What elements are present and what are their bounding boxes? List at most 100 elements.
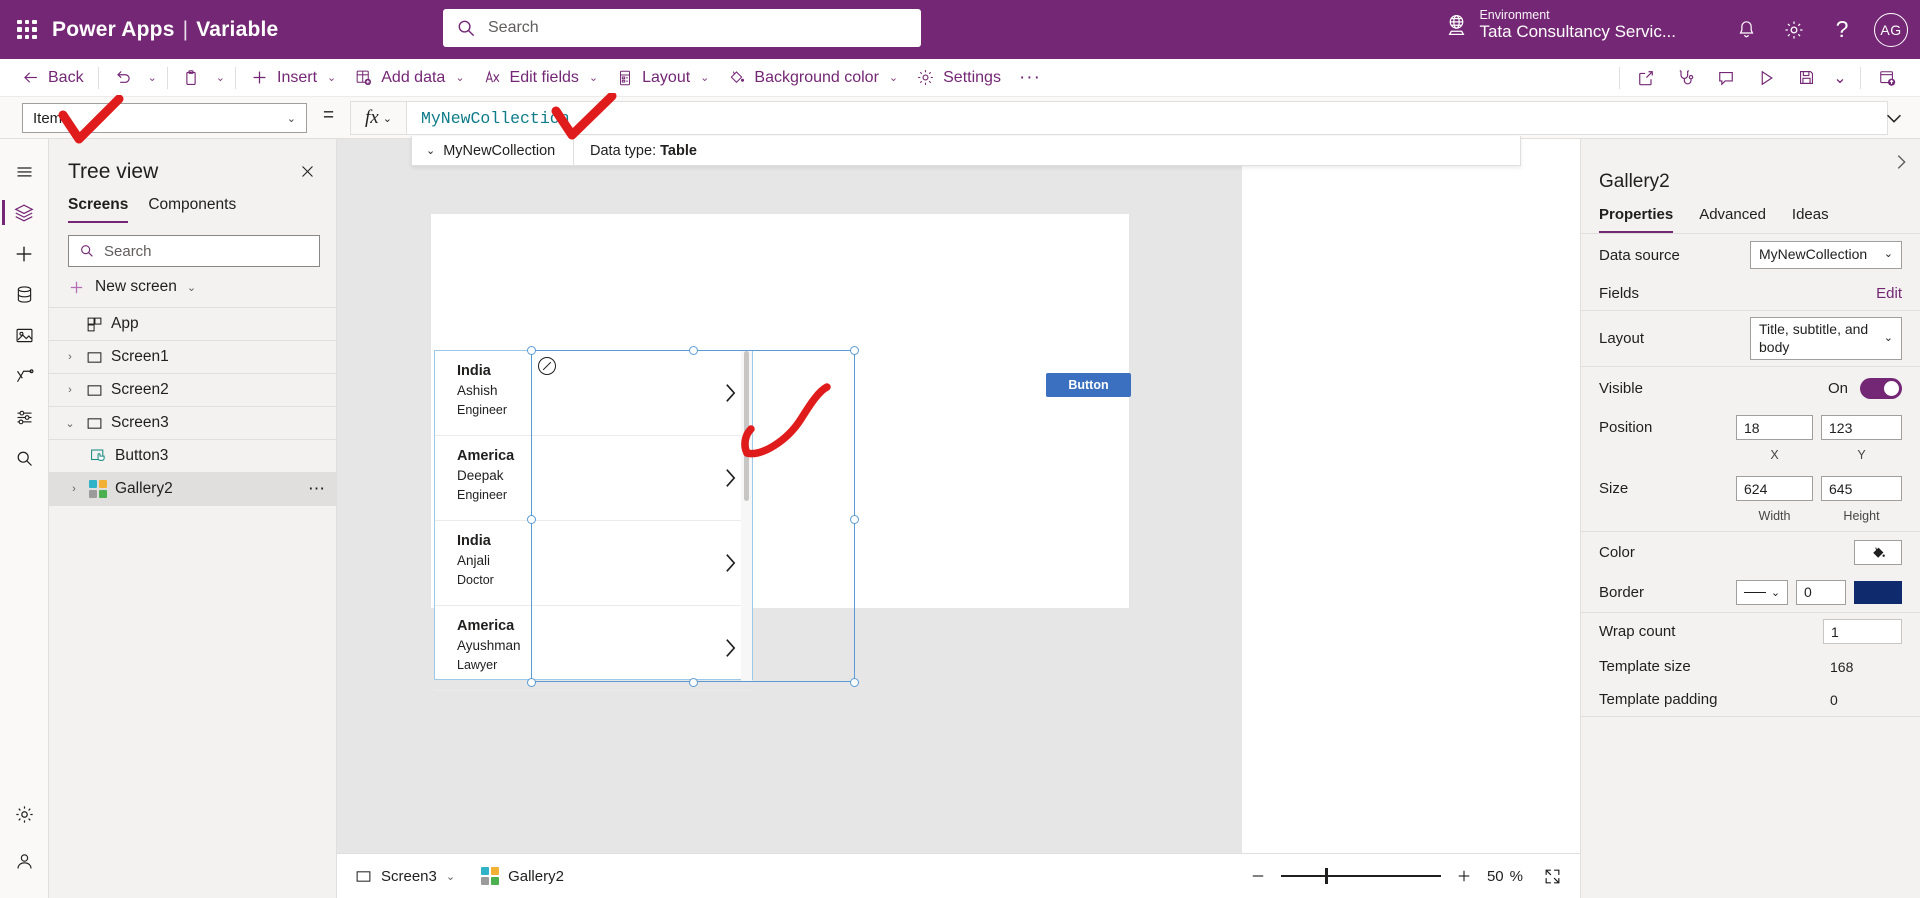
fit-to-screen-button[interactable] — [1543, 867, 1562, 886]
suggestion-item[interactable]: ⌄ MyNewCollection — [412, 136, 574, 165]
insert-button[interactable]: Insert ⌄ — [241, 61, 345, 95]
status-control-selector[interactable]: Gallery2 — [481, 867, 564, 885]
zoom-in-button[interactable] — [1455, 867, 1473, 885]
gallery-edit-badge[interactable] — [538, 357, 556, 375]
tree-item-app[interactable]: App — [49, 308, 336, 341]
chevron-right-icon[interactable]: › — [59, 351, 81, 363]
gallery-item[interactable]: India Ashish Engineer — [435, 351, 752, 436]
tree-search[interactable] — [68, 235, 320, 267]
global-search[interactable] — [443, 9, 921, 47]
comments-button[interactable] — [1707, 61, 1745, 95]
resize-handle-se[interactable] — [850, 678, 859, 687]
save-dropdown[interactable]: ⌄ — [1827, 61, 1853, 95]
help-button[interactable]: ? — [1820, 8, 1864, 52]
overflow-button[interactable]: ··· — [1010, 61, 1050, 95]
gallery-scrollbar[interactable] — [741, 351, 752, 681]
gallery-item[interactable]: America Deepak Engineer — [435, 436, 752, 521]
notifications-button[interactable] — [1724, 8, 1768, 52]
rail-tree-view-button[interactable] — [2, 192, 46, 233]
tab-properties[interactable]: Properties — [1599, 206, 1674, 233]
rail-insert-button[interactable] — [2, 233, 46, 274]
formula-expression[interactable]: MyNewCollection — [407, 102, 1887, 134]
tab-screens[interactable]: Screens — [68, 196, 129, 223]
back-button[interactable]: Back — [12, 61, 93, 95]
data-source-dropdown[interactable]: MyNewCollection ⌄ — [1750, 241, 1902, 269]
zoom-slider[interactable] — [1280, 868, 1441, 884]
formula-bar-expand-button[interactable] — [1876, 100, 1912, 136]
edit-fields-button[interactable]: Edit fields ⌄ — [474, 61, 608, 95]
resize-handle-w[interactable] — [527, 515, 536, 524]
tab-ideas[interactable]: Ideas — [1792, 206, 1829, 233]
layout-button[interactable]: Layout ⌄ — [607, 61, 718, 95]
status-screen-selector[interactable]: Screen3 ⌄ — [355, 868, 455, 885]
rail-menu-button[interactable] — [2, 151, 46, 192]
tree-item-screen3[interactable]: ⌄ Screen3 — [49, 407, 336, 440]
preview-button[interactable] — [1747, 61, 1785, 95]
chevron-right-icon[interactable] — [723, 636, 738, 660]
resize-handle-sw[interactable] — [527, 678, 536, 687]
zoom-out-button[interactable] — [1249, 867, 1267, 885]
layout-dropdown[interactable]: Title, subtitle, and body ⌄ — [1750, 317, 1902, 360]
search-input[interactable] — [488, 19, 907, 37]
rail-variables-button[interactable] — [2, 397, 46, 438]
tree-search-input[interactable] — [104, 242, 309, 260]
add-data-button[interactable]: Add data ⌄ — [345, 61, 473, 95]
size-width-input[interactable] — [1736, 476, 1813, 501]
tree-item-screen2[interactable]: › Screen2 — [49, 374, 336, 407]
tree-item-overflow-icon[interactable]: ⋯ — [308, 479, 326, 499]
app-canvas[interactable]: India Ashish Engineer America Deepak Eng… — [337, 139, 1242, 898]
waffle-menu-icon[interactable] — [14, 17, 40, 43]
template-size-value[interactable]: 168 — [1823, 659, 1902, 675]
settings-command-button[interactable]: Settings — [907, 61, 1010, 95]
chevron-down-icon[interactable]: ⌄ — [59, 417, 81, 430]
resize-handle-e[interactable] — [850, 515, 859, 524]
formula-input-container[interactable]: fx ⌄ MyNewCollection — [350, 101, 1888, 135]
tab-components[interactable]: Components — [148, 196, 236, 223]
rail-data-button[interactable] — [2, 274, 46, 315]
tree-item-button3[interactable]: Button3 — [49, 440, 336, 473]
rail-search-button[interactable] — [2, 438, 46, 479]
border-style-dropdown[interactable]: ⌄ — [1736, 579, 1788, 605]
gallery-item[interactable]: India Anjali Doctor — [435, 521, 752, 606]
avatar[interactable]: AG — [1874, 12, 1908, 47]
color-picker-button[interactable] — [1854, 539, 1902, 565]
settings-button[interactable] — [1772, 8, 1816, 52]
rail-power-automate-button[interactable] — [2, 356, 46, 397]
publish-button[interactable] — [1868, 61, 1906, 95]
size-height-input[interactable] — [1821, 476, 1902, 501]
close-icon[interactable] — [295, 159, 320, 184]
gallery-control[interactable]: India Ashish Engineer America Deepak Eng… — [434, 350, 753, 691]
rail-account-button[interactable] — [2, 841, 46, 882]
position-x-input[interactable] — [1736, 415, 1813, 440]
template-padding-value[interactable]: 0 — [1823, 692, 1902, 708]
tree-item-gallery2[interactable]: › Gallery2 ⋯ — [49, 473, 336, 506]
resize-handle-nw[interactable] — [527, 346, 536, 355]
fx-button[interactable]: fx ⌄ — [351, 102, 407, 134]
chevron-right-icon[interactable]: › — [63, 483, 85, 495]
rail-media-button[interactable] — [2, 315, 46, 356]
border-color-swatch[interactable] — [1854, 580, 1902, 604]
undo-button[interactable] — [104, 61, 141, 95]
wrap-count-input[interactable] — [1823, 619, 1902, 644]
properties-collapse-button[interactable] — [1890, 151, 1912, 173]
paste-button[interactable] — [173, 61, 209, 95]
fields-edit-link[interactable]: Edit — [1876, 285, 1902, 302]
resize-handle-ne[interactable] — [850, 346, 859, 355]
tree-item-screen1[interactable]: › Screen1 — [49, 341, 336, 374]
tab-advanced[interactable]: Advanced — [1699, 206, 1766, 233]
border-width-input[interactable] — [1796, 579, 1846, 605]
paste-dropdown[interactable]: ⌄ — [209, 61, 230, 95]
new-screen-button[interactable]: New screen ⌄ — [49, 267, 336, 308]
position-y-input[interactable] — [1821, 415, 1902, 440]
background-color-button[interactable]: Background color ⌄ — [718, 61, 907, 95]
environment-selector[interactable]: Environment Tata Consultancy Servic... — [1444, 8, 1676, 42]
app-checker-button[interactable] — [1667, 61, 1705, 95]
gallery-item[interactable]: America Ayushman Lawyer — [435, 606, 752, 691]
undo-dropdown[interactable]: ⌄ — [141, 61, 162, 95]
button-control[interactable]: Button — [1046, 373, 1131, 397]
screen-surface[interactable]: India Ashish Engineer America Deepak Eng… — [431, 214, 1131, 691]
chevron-right-icon[interactable] — [723, 381, 738, 405]
chevron-right-icon[interactable]: › — [59, 384, 81, 396]
save-button[interactable] — [1787, 61, 1825, 95]
resize-handle-n[interactable] — [689, 346, 698, 355]
